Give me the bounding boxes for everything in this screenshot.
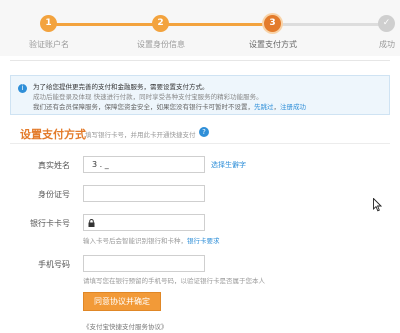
step-4-label: 成功 bbox=[379, 40, 395, 49]
lock-icon bbox=[88, 219, 95, 227]
id-label: 身份证号 bbox=[38, 190, 70, 199]
agreement-link[interactable]: 《支付宝快捷支付服务协议》 bbox=[83, 321, 168, 331]
bank-card-input[interactable] bbox=[83, 214, 205, 231]
notice-line-3-text: 我们还有会员保障服务，保障您资金安全，如果您没有银行卡可暂时不设置， bbox=[33, 103, 254, 111]
phone-hint: 请填写您在银行预留的手机号码，以验证银行卡是否属于您本人 bbox=[83, 277, 265, 285]
help-icon[interactable]: ? bbox=[199, 127, 209, 137]
notice-line-1: 为了给您提供更完善的支付和金融服务，需要设置支付方式。 bbox=[33, 83, 209, 91]
name-label: 真实姓名 bbox=[38, 161, 70, 170]
register-success-link[interactable]: 注册成功 bbox=[280, 103, 306, 111]
step-4-check-icon: ✓ bbox=[378, 15, 395, 32]
step-connector-1 bbox=[48, 23, 160, 26]
info-icon: i bbox=[18, 84, 27, 93]
card-label: 银行卡卡号 bbox=[30, 219, 70, 228]
step-2-label: 设置身份信息 bbox=[137, 40, 185, 49]
phone-label: 手机号码 bbox=[38, 260, 70, 269]
card-hint: 输入卡号后会智能识别银行和卡种，银行卡要求 bbox=[83, 235, 220, 245]
section-divider bbox=[10, 143, 390, 144]
notice-line-2: 成功后能登录及体现 快速进行付款，同时享受各种支付宝服务的精彩功能服务。 bbox=[33, 93, 263, 101]
step-1-badge: 1 bbox=[40, 15, 57, 32]
section-note: 填写银行卡号，并用此卡开通快捷支付 bbox=[85, 131, 196, 139]
step-3-label: 设置支付方式 bbox=[249, 40, 297, 49]
phone-input[interactable] bbox=[83, 255, 205, 272]
step-2-badge: 2 bbox=[152, 15, 169, 32]
step-connector-3 bbox=[272, 23, 388, 26]
real-name-input[interactable]: 3 . _ bbox=[83, 156, 205, 173]
header-divider bbox=[10, 60, 390, 61]
step-1-label: 验证账户名 bbox=[29, 40, 69, 49]
card-hint-text: 输入卡号后会智能识别银行和卡种， bbox=[83, 237, 187, 245]
notice-line-3: 我们还有会员保障服务，保障您资金安全，如果您没有银行卡可暂时不设置，先跳过，注册… bbox=[33, 101, 306, 111]
agree-submit-button[interactable]: 同意协议并确定 bbox=[83, 292, 161, 311]
rare-character-link[interactable]: 选择生僻字 bbox=[211, 160, 246, 170]
step-3-badge: 3 bbox=[264, 15, 281, 32]
info-notice: i 为了给您提供更完善的支付和金融服务，需要设置支付方式。 成功后能登录及体现 … bbox=[10, 75, 390, 115]
skip-link[interactable]: 先跳过 bbox=[254, 103, 274, 111]
mouse-cursor-icon bbox=[373, 198, 382, 212]
progress-steps: 1 2 3 ✓ 验证账户名 设置身份信息 设置支付方式 成功 bbox=[0, 0, 400, 56]
card-requirements-link[interactable]: 银行卡要求 bbox=[187, 237, 220, 245]
step-connector-2 bbox=[160, 23, 272, 26]
id-number-input[interactable] bbox=[83, 185, 205, 202]
section-title: 设置支付方式 bbox=[20, 128, 86, 141]
